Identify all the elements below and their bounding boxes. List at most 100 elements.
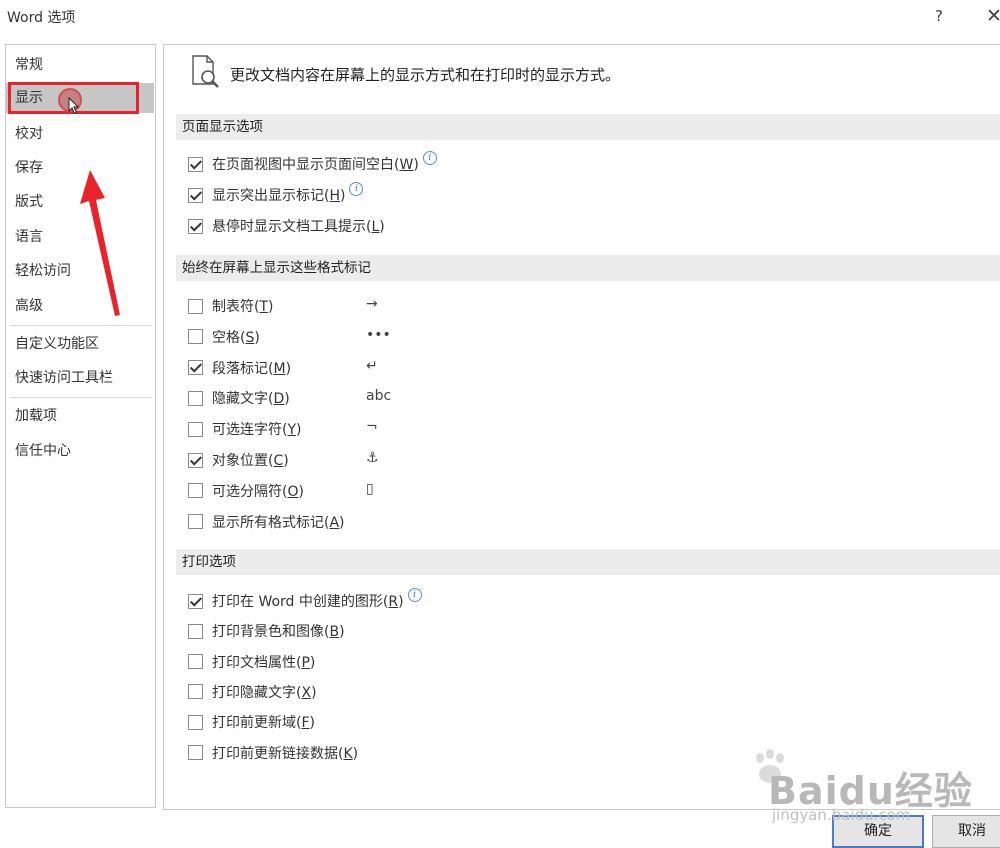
checkbox-checked[interactable] xyxy=(188,360,203,376)
format-mark-symbol-icon: ↵ xyxy=(366,357,378,374)
option-label-text: 空格( xyxy=(212,329,246,346)
checkbox-unchecked[interactable] xyxy=(188,714,203,730)
section-page-display: 页面显示选项 xyxy=(176,114,1000,140)
option-label-text: 在页面视图中显示页面间空白( xyxy=(212,157,400,173)
option-label-text: 对象位置( xyxy=(212,453,274,469)
option-label-text: 打印隐藏文字( xyxy=(212,684,302,701)
option-f[interactable]: 打印前更新域(F) xyxy=(188,710,315,734)
option-b[interactable]: 打印背景色和图像(B) xyxy=(188,619,345,643)
checkbox-checked[interactable] xyxy=(188,452,203,468)
option-label-text: 可选连字符( xyxy=(212,422,288,439)
option-k[interactable]: 打印前更新链接数据(K) xyxy=(188,741,358,765)
option-t[interactable]: 制表符(T) xyxy=(188,294,274,318)
option-label-text: 段落标记( xyxy=(212,360,274,377)
annotation-arrow-icon xyxy=(80,170,120,316)
checkbox-unchecked[interactable] xyxy=(188,623,203,639)
option-r[interactable]: 打印在 Word 中创建的图形(R) i xyxy=(188,588,422,613)
checkbox-unchecked[interactable] xyxy=(188,654,203,670)
option-label-text: 制表符( xyxy=(212,299,260,315)
option-label-text: 显示所有格式标记( xyxy=(212,514,330,531)
option-accelerator-key: P xyxy=(301,654,310,671)
option-accelerator-key: A xyxy=(329,514,340,531)
nav-divider xyxy=(10,397,152,398)
option-label: 悬停时显示文档工具提示(L) xyxy=(212,216,385,236)
option-h[interactable]: 显示突出显示标记(H) i xyxy=(188,182,364,207)
checkbox-checked[interactable] xyxy=(188,218,203,234)
checkbox-checked[interactable] xyxy=(188,187,203,203)
option-c[interactable]: 对象位置(C) xyxy=(188,448,289,472)
option-label: 可选分隔符(O) xyxy=(212,481,304,501)
checkbox-unchecked[interactable] xyxy=(188,298,203,314)
option-accelerator-key: W xyxy=(399,157,414,173)
option-label-suffix: ) xyxy=(285,360,292,377)
option-label-suffix: ) xyxy=(340,188,346,204)
option-label-suffix: ) xyxy=(339,624,345,641)
panel-description: 更改文档内容在屏幕上的显示方式和在打印时的显示方式。 xyxy=(230,66,621,84)
option-label-suffix: ) xyxy=(268,299,274,315)
nav-item-proofing[interactable]: 校对 xyxy=(6,119,154,149)
option-accelerator-key: D xyxy=(273,391,285,408)
option-label-suffix: ) xyxy=(284,391,290,408)
option-label: 隐藏文字(D) xyxy=(212,388,290,408)
checkbox-unchecked[interactable] xyxy=(188,390,203,406)
nav-item-trust-center[interactable]: 信任中心 xyxy=(6,436,154,466)
checkbox-unchecked[interactable] xyxy=(188,514,203,530)
format-mark-symbol-icon: ¬ xyxy=(366,419,378,436)
option-m[interactable]: 段落标记(M) xyxy=(188,356,291,380)
nav-item-general[interactable]: 常规 xyxy=(6,50,154,80)
format-mark-symbol-icon: → xyxy=(366,296,378,312)
option-s[interactable]: 空格(S) xyxy=(188,325,260,349)
option-label-suffix: ) xyxy=(296,422,302,439)
option-label: 打印背景色和图像(B) xyxy=(212,621,345,641)
option-accelerator-key: F xyxy=(301,715,310,732)
option-label: 打印前更新域(F) xyxy=(212,712,315,732)
checkbox-checked[interactable] xyxy=(188,156,203,172)
option-o[interactable]: 可选分隔符(O) xyxy=(188,479,304,503)
info-icon[interactable]: i xyxy=(349,182,364,196)
option-p[interactable]: 打印文档属性(P) xyxy=(188,650,315,674)
option-y[interactable]: 可选连字符(Y) xyxy=(188,417,302,441)
checkbox-unchecked[interactable] xyxy=(188,329,203,345)
mouse-pointer-icon xyxy=(68,97,80,115)
close-button[interactable]: ✕ xyxy=(982,5,1000,29)
checkbox-unchecked[interactable] xyxy=(188,745,203,760)
help-button[interactable]: ? xyxy=(928,5,950,27)
option-d[interactable]: 隐藏文字(D) xyxy=(188,386,290,410)
cancel-button[interactable]: 取消 xyxy=(932,815,1000,848)
option-label: 打印文档属性(P) xyxy=(212,652,315,672)
nav-item-quick-access-toolbar[interactable]: 快速访问工具栏 xyxy=(6,363,154,393)
document-magnifier-icon xyxy=(192,55,219,88)
option-label-suffix: ) xyxy=(352,745,359,762)
option-w[interactable]: 在页面视图中显示页面间空白(W) i xyxy=(188,151,437,176)
option-accelerator-key: X xyxy=(301,684,312,701)
option-accelerator-key: B xyxy=(329,624,340,641)
option-label-text: 打印文档属性( xyxy=(212,654,302,671)
option-label: 打印隐藏文字(X) xyxy=(212,682,317,702)
checkbox-unchecked[interactable] xyxy=(188,684,203,700)
option-label-text: 悬停时显示文档工具提示( xyxy=(212,219,372,235)
nav-item-customize-ribbon[interactable]: 自定义功能区 xyxy=(6,329,154,359)
option-x[interactable]: 打印隐藏文字(X) xyxy=(188,680,317,704)
option-label: 显示突出显示标记(H) xyxy=(212,185,345,205)
info-icon[interactable]: i xyxy=(422,151,437,165)
format-mark-symbol-icon: abc xyxy=(366,388,392,405)
option-label-suffix: ) xyxy=(398,594,404,610)
format-mark-symbol-icon: ⚓ xyxy=(366,450,379,466)
checkbox-unchecked[interactable] xyxy=(188,483,203,499)
checkbox-unchecked[interactable] xyxy=(188,421,203,437)
option-l[interactable]: 悬停时显示文档工具提示(L) xyxy=(188,214,385,238)
option-a[interactable]: 显示所有格式标记(A) xyxy=(188,510,345,534)
section-formatting-marks: 始终在屏幕上显示这些格式标记 xyxy=(176,255,1000,281)
option-accelerator-key: M xyxy=(273,360,286,377)
option-accelerator-key: R xyxy=(388,594,399,610)
option-label: 打印在 Word 中创建的图形(R) xyxy=(212,591,404,611)
option-label: 对象位置(C) xyxy=(212,450,289,470)
option-accelerator-key: K xyxy=(343,745,353,762)
option-label: 在页面视图中显示页面间空白(W) xyxy=(212,154,419,174)
window-title: Word 选项 xyxy=(7,10,76,26)
checkbox-checked[interactable] xyxy=(188,593,203,609)
option-label-suffix: ) xyxy=(309,715,315,732)
info-icon[interactable]: i xyxy=(407,588,422,602)
nav-item-add-ins[interactable]: 加载项 xyxy=(6,401,154,431)
format-mark-symbol-icon: ▯ xyxy=(366,480,374,497)
